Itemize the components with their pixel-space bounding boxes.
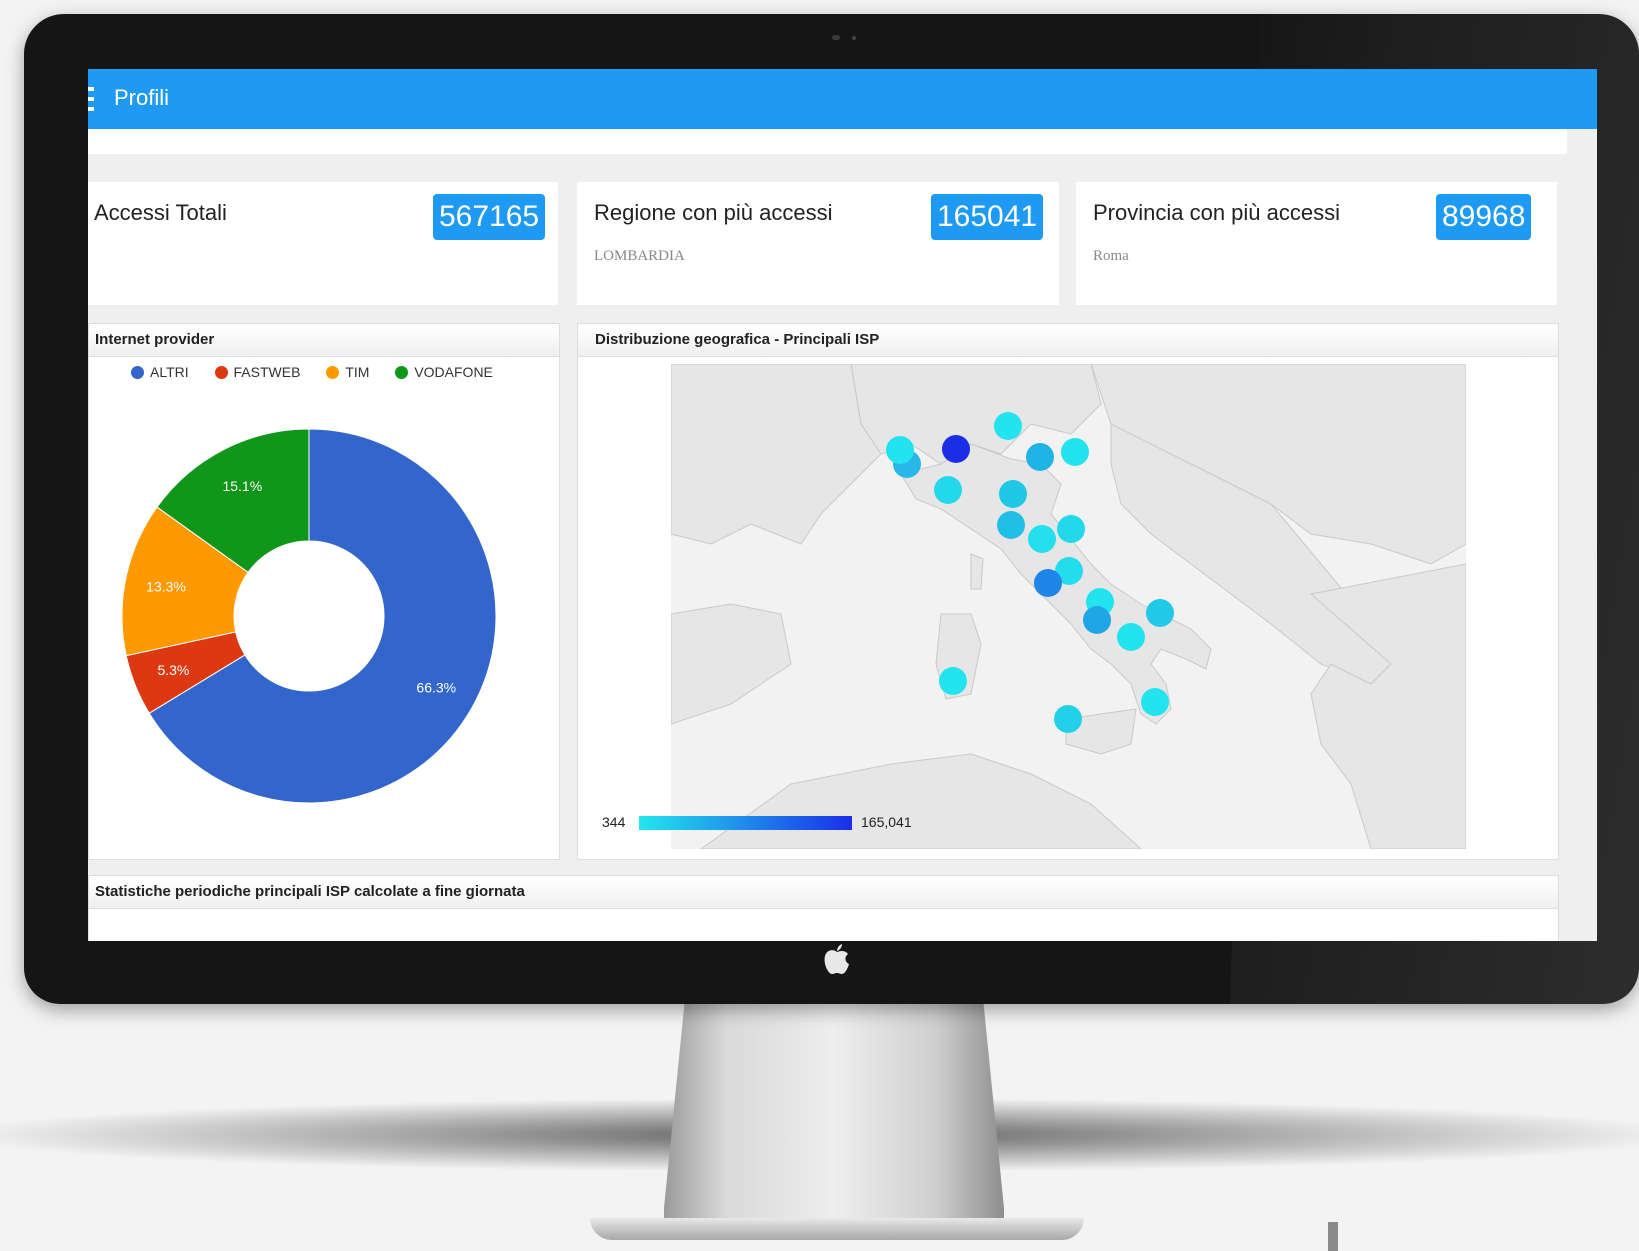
map-bubble[interactable] — [1141, 688, 1169, 716]
camera-sensor — [852, 36, 856, 40]
screen: Profili Accessi Totali 567165 Regione co… — [88, 69, 1597, 941]
donut-data-label: 66.3% — [416, 680, 456, 696]
panel-title: Internet provider — [89, 324, 559, 357]
isp-panel: Internet provider ALTRI FASTWEB TIM VODA… — [88, 323, 560, 860]
kpi-value-badge: 165041 — [931, 194, 1044, 240]
kpi-title: Provincia con più accessi — [1093, 200, 1341, 225]
menu-icon[interactable] — [88, 87, 94, 111]
map-bubble[interactable] — [1028, 525, 1056, 553]
decoration — [1328, 1222, 1338, 1251]
map-bubble[interactable] — [1026, 443, 1054, 471]
donut-data-label: 15.1% — [222, 478, 262, 494]
panel-title: Statistiche periodiche principali ISP ca… — [89, 876, 1558, 909]
map-bubble[interactable] — [1146, 599, 1174, 627]
kpi-title: Regione con più accessi — [594, 200, 833, 225]
map-bubble[interactable] — [939, 667, 967, 695]
donut-data-label: 13.3% — [146, 578, 186, 594]
map-bubble[interactable] — [1083, 606, 1111, 634]
map-bubble[interactable] — [1057, 515, 1085, 543]
bubble-layer — [886, 412, 1174, 733]
isp-donut-chart[interactable]: 66.3% 5.3% 13.3% 15.1% — [89, 356, 559, 856]
color-scale-min: 344 — [602, 814, 626, 830]
kpi-title: Accessi Totali — [94, 200, 227, 225]
map-bubble[interactable] — [1054, 705, 1082, 733]
map-bubble[interactable] — [1117, 623, 1145, 651]
toolbar-strip — [88, 129, 1567, 154]
map-bubble[interactable] — [994, 412, 1022, 440]
kpi-value-badge: 89968 — [1436, 194, 1532, 240]
apple-logo-icon — [824, 944, 849, 974]
stats-panel: Statistiche periodiche principali ISP ca… — [88, 875, 1559, 941]
color-scale-max: 165,041 — [861, 814, 912, 830]
map-bubble[interactable] — [997, 511, 1025, 539]
map-bubble[interactable] — [886, 436, 914, 464]
app-bar: Profili — [88, 69, 1597, 129]
page-title: Profili — [114, 85, 170, 110]
kpi-card-regione: Regione con più accessi LOMBARDIA 165041 — [577, 182, 1059, 305]
kpi-card-provincia: Provincia con più accessi Roma 89968 — [1076, 182, 1557, 305]
map-bubble[interactable] — [1034, 569, 1062, 597]
kpi-subtitle: LOMBARDIA — [594, 248, 685, 264]
monitor-stand-base — [590, 1218, 1084, 1240]
panel-title: Distribuzione geografica - Principali IS… — [578, 324, 1558, 357]
map-bubble[interactable] — [942, 435, 970, 463]
monitor-stand — [664, 1004, 1004, 1236]
geo-panel: Distribuzione geografica - Principali IS… — [577, 323, 1559, 860]
map-bubble[interactable] — [1061, 438, 1089, 466]
kpi-value-badge: 567165 — [433, 194, 546, 240]
camera-icon — [832, 35, 840, 40]
kpi-card-accessi-totali: Accessi Totali 567165 — [88, 182, 558, 305]
donut-data-label: 5.3% — [157, 662, 189, 678]
map-bubble[interactable] — [999, 480, 1027, 508]
map-canvas[interactable] — [671, 364, 1466, 849]
color-scale-bar — [639, 816, 852, 830]
kpi-subtitle: Roma — [1093, 248, 1129, 264]
map-bubble[interactable] — [934, 476, 962, 504]
